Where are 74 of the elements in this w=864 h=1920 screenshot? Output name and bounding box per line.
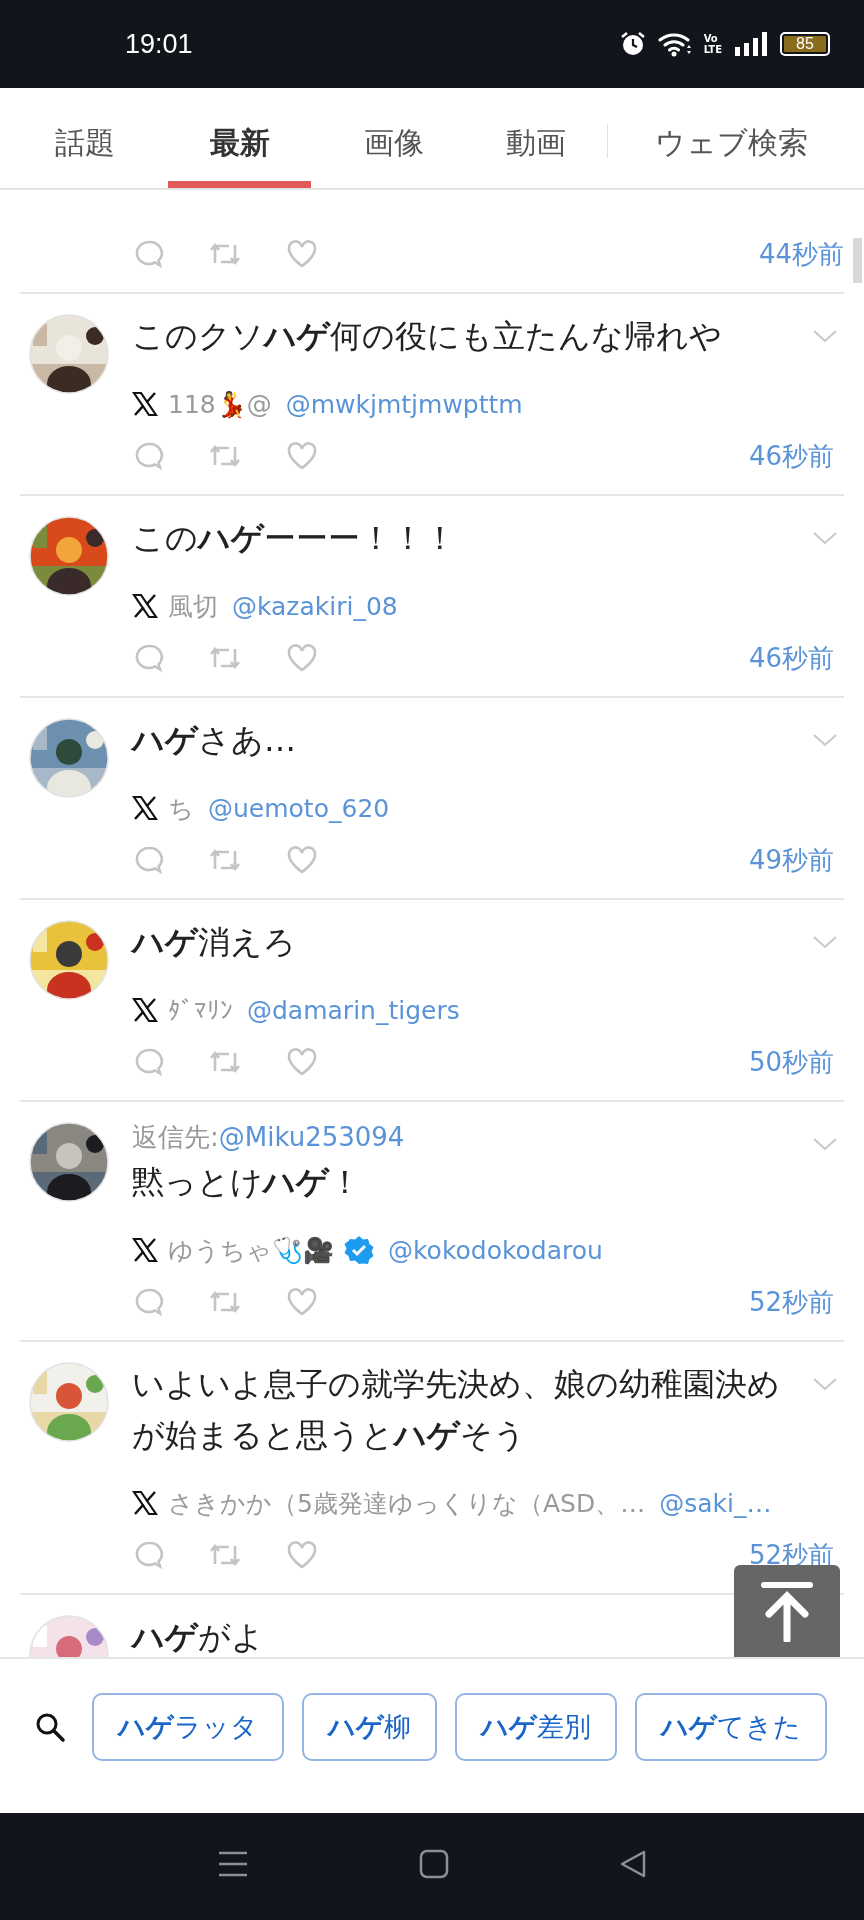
battery-icon: 85 xyxy=(780,32,830,56)
volte-label: Vo LTE xyxy=(703,33,722,55)
user-name: ち xyxy=(168,792,194,825)
x-logo-icon xyxy=(132,391,158,417)
user-handle-link[interactable]: @kazakiri_08 xyxy=(232,591,398,621)
heart-icon[interactable] xyxy=(286,1287,318,1317)
tab[interactable]: 話題 xyxy=(26,88,144,188)
x-logo-icon xyxy=(132,1490,158,1516)
tweet-time: 49秒前 xyxy=(748,843,834,877)
user-handle-link[interactable]: @uemoto_620 xyxy=(208,793,390,823)
status-time: 19:01 xyxy=(125,28,193,60)
user-handle-link[interactable]: @mwkjmtjmwpttm xyxy=(285,389,523,419)
heart-icon[interactable] xyxy=(286,845,318,875)
signal-icon xyxy=(734,31,768,57)
reply-handle-link[interactable]: @Miku253094 xyxy=(218,1122,405,1152)
tweet-time: 46秒前 xyxy=(748,641,834,675)
user-name: ゆうちゃ🩺🎥 xyxy=(168,1234,334,1267)
reply-icon[interactable] xyxy=(134,845,164,875)
tweet-text: いよいよ息子の就学先決め、娘の幼稚園決めが始まると思うとハゲそう xyxy=(132,1364,780,1456)
reply-icon[interactable] xyxy=(134,1047,164,1077)
tweet-time: 44秒前 xyxy=(758,237,844,271)
heart-icon[interactable] xyxy=(286,239,318,269)
heart-icon[interactable] xyxy=(286,643,318,673)
user-name: 風切 xyxy=(168,590,218,623)
wifi-icon xyxy=(657,31,692,57)
reply-icon[interactable] xyxy=(134,1540,164,1570)
user-handle-link[interactable]: @damarin_tigers xyxy=(247,995,460,1025)
suggestion-chip[interactable]: ハゲ差別 xyxy=(455,1693,617,1761)
user-name: 118💃@ xyxy=(168,389,272,419)
user-name: ﾀﾞﾏﾘﾝ xyxy=(168,995,233,1025)
tab[interactable]: 最新 xyxy=(168,88,311,188)
tweet-text: ハゲ消えろ xyxy=(132,922,296,963)
x-logo-icon xyxy=(132,1237,158,1263)
tab[interactable]: 画像 xyxy=(335,88,453,188)
reply-icon[interactable] xyxy=(134,441,164,471)
suggestion-chip[interactable]: ハゲ柳 xyxy=(302,1693,437,1761)
suggestion-chip[interactable]: ハゲラッタ xyxy=(92,1693,284,1761)
user-handle-link[interactable]: @saki_… xyxy=(659,1488,772,1518)
tweet-text: このクソハゲ何の役にも立たんな帰れや xyxy=(132,316,722,357)
arrow-up-icon xyxy=(759,1580,815,1642)
back-icon[interactable] xyxy=(619,1848,647,1879)
tab[interactable]: ウェブ検索 xyxy=(636,88,826,188)
tweet-text: ハゲがよ xyxy=(132,1617,264,1657)
heart-icon[interactable] xyxy=(286,1540,318,1570)
suggestion-chip[interactable]: ハゲてきた xyxy=(635,1693,827,1761)
tweet-text: 黙っとけハゲ！ xyxy=(132,1162,361,1203)
reply-icon[interactable] xyxy=(134,1287,164,1317)
tweet-time: 46秒前 xyxy=(748,439,834,473)
scroll-to-top-button[interactable] xyxy=(734,1565,840,1657)
alarm-icon xyxy=(619,31,646,57)
x-logo-icon xyxy=(132,997,158,1023)
tweet-time: 52秒前 xyxy=(748,1285,834,1319)
x-logo-icon xyxy=(132,593,158,619)
reply-label: 返信先: xyxy=(132,1122,219,1152)
x-logo-icon xyxy=(132,795,158,821)
scrollbar-thumb[interactable] xyxy=(853,238,862,283)
chevron-down-icon[interactable] xyxy=(812,732,838,748)
chevron-down-icon[interactable] xyxy=(812,1376,838,1392)
reply-icon[interactable] xyxy=(134,643,164,673)
chevron-down-icon[interactable] xyxy=(812,934,838,950)
user-handle-link[interactable]: @kokodokodarou xyxy=(388,1235,603,1265)
tweet-text: このハゲーーー！！！ xyxy=(132,518,456,559)
user-name: さきかか（5歳発達ゆっくりな（ASD、… xyxy=(168,1487,646,1520)
search-icon[interactable] xyxy=(34,1711,66,1743)
chevron-down-icon[interactable] xyxy=(812,328,838,344)
tweet-time: 50秒前 xyxy=(748,1045,834,1079)
reply-icon[interactable] xyxy=(134,239,164,269)
tab[interactable]: 動画 xyxy=(477,88,595,188)
heart-icon[interactable] xyxy=(286,1047,318,1077)
tweet-text: ハゲさあ… xyxy=(132,720,296,761)
heart-icon[interactable] xyxy=(286,441,318,471)
chevron-down-icon[interactable] xyxy=(812,530,838,546)
chevron-down-icon[interactable] xyxy=(812,1136,838,1152)
home-icon[interactable] xyxy=(419,1848,449,1879)
